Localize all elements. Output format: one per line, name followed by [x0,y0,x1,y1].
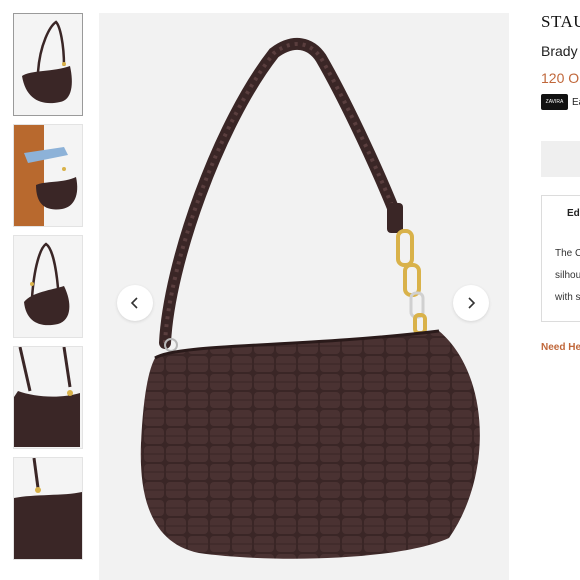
add-to-bag-button[interactable] [541,141,580,177]
product-price: 120 O [541,70,580,86]
next-image-button[interactable] [453,285,489,321]
main-product-image [99,13,509,580]
payment-info: ZAVIRA Ea [541,94,580,110]
editor-notes-line: silhou [555,270,580,281]
editor-notes-title: Edi [567,208,580,219]
thumbnail-1[interactable] [13,13,83,116]
thumbnail-bag-image [14,347,82,448]
editor-notes-line: The C [555,248,580,259]
thumbnail-bag-image [14,14,82,115]
payment-badge: ZAVIRA [541,94,568,110]
chevron-right-icon [468,297,476,309]
thumbnail-4[interactable] [13,346,83,449]
brand-name[interactable]: STAU [541,12,580,32]
editor-notes-line: with s [555,292,580,303]
payment-text: Ea [572,96,580,108]
need-help-link[interactable]: Need He [541,342,580,353]
thumbnail-bag-image [14,125,82,226]
editor-notes-box: Edi The C silhou with s [541,195,580,322]
thumbnail-5[interactable] [13,457,83,560]
thumbnail-2[interactable] [13,124,83,227]
previous-image-button[interactable] [117,285,153,321]
thumbnail-3[interactable] [13,235,83,338]
bag-image [99,13,509,580]
chevron-left-icon [130,297,138,309]
thumbnail-bag-image [14,236,82,337]
product-name: Brady [541,43,578,59]
thumbnail-bag-image [14,458,82,559]
